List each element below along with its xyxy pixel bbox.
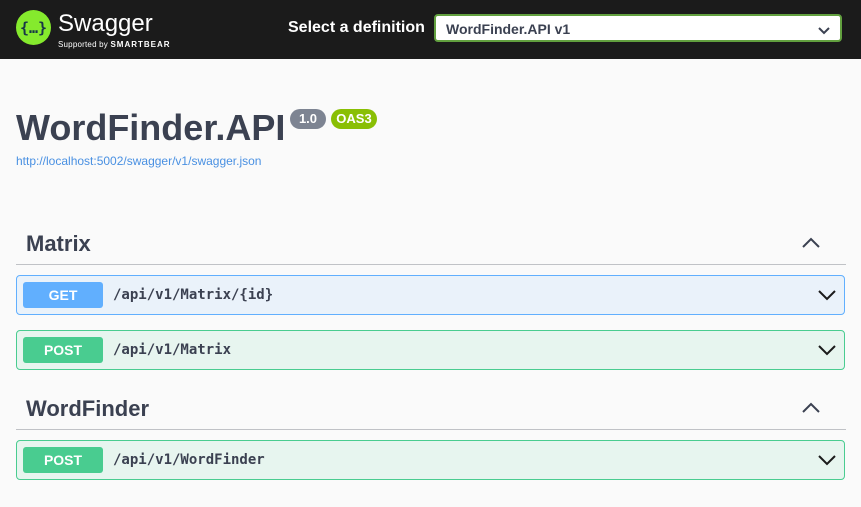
operation-path: /api/v1/WordFinder bbox=[113, 452, 265, 468]
brand-supported-by: Supported by SMARTBEAR bbox=[58, 40, 171, 49]
chevron-down-icon[interactable] bbox=[818, 343, 836, 361]
operation-path: /api/v1/Matrix/{id} bbox=[113, 287, 274, 303]
brand-supported-prefix: Supported by bbox=[58, 40, 108, 49]
definition-label: Select a definition bbox=[288, 19, 425, 36]
tag-name: Matrix bbox=[26, 231, 91, 256]
operation-get-matrix-id[interactable]: GET /api/v1/Matrix/{id} bbox=[16, 275, 845, 315]
topbar: {…} Swagger Supported by SMARTBEAR Selec… bbox=[0, 0, 861, 59]
chevron-down-icon[interactable] bbox=[818, 288, 836, 306]
chevron-down-icon[interactable] bbox=[818, 453, 836, 471]
tag-name: WordFinder bbox=[26, 396, 150, 421]
operation-path: /api/v1/Matrix bbox=[113, 342, 232, 358]
oas-badge: OAS3 bbox=[331, 109, 377, 129]
tag-header-matrix[interactable]: Matrix bbox=[16, 224, 846, 265]
brand-name: Swagger bbox=[58, 10, 153, 37]
chevron-down-icon bbox=[818, 23, 830, 41]
version-badge: 1.0 bbox=[290, 109, 326, 129]
definition-select[interactable]: WordFinder.API v1 bbox=[434, 14, 842, 42]
chevron-up-icon[interactable] bbox=[802, 401, 820, 419]
operation-post-matrix[interactable]: POST /api/v1/Matrix bbox=[16, 330, 845, 370]
svg-text:{…}: {…} bbox=[20, 19, 47, 37]
method-badge-get: GET bbox=[23, 282, 103, 308]
tag-header-wordfinder[interactable]: WordFinder bbox=[16, 389, 846, 430]
swagger-logo-icon[interactable]: {…} bbox=[16, 10, 51, 45]
api-title: WordFinder.API bbox=[16, 107, 286, 148]
definition-select-value: WordFinder.API v1 bbox=[446, 21, 571, 37]
chevron-up-icon[interactable] bbox=[802, 236, 820, 254]
method-badge-post: POST bbox=[23, 337, 103, 363]
brand-supported-company: SMARTBEAR bbox=[110, 40, 171, 49]
method-badge-post: POST bbox=[23, 447, 103, 473]
spec-url-link[interactable]: http://localhost:5002/swagger/v1/swagger… bbox=[16, 154, 261, 168]
operation-post-wordfinder[interactable]: POST /api/v1/WordFinder bbox=[16, 440, 845, 480]
